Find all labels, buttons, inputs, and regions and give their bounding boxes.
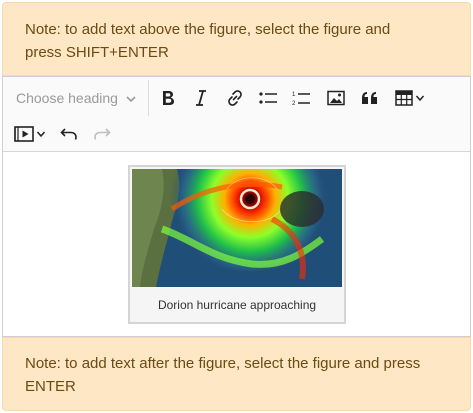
chevron-down-icon	[125, 92, 137, 108]
blockquote-button[interactable]	[357, 85, 383, 111]
note-above-line-2: press SHIFT+ENTER	[25, 44, 169, 61]
note-above-line-1: Note: to add text above the figure, sele…	[25, 21, 391, 38]
note-after-line-2: ENTER	[25, 378, 76, 395]
note-above-figure: Note: to add text above the figure, sele…	[2, 2, 471, 76]
heading-dropdown[interactable]: Choose heading	[7, 81, 147, 115]
italic-button[interactable]	[188, 85, 214, 111]
undo-button[interactable]	[56, 121, 82, 147]
image-icon	[327, 90, 345, 106]
link-button[interactable]	[222, 85, 248, 111]
insert-media-button[interactable]	[11, 121, 49, 147]
rich-text-editor: Choose heading 1 2 Dorion hurricane appr…	[2, 76, 471, 337]
bulleted-list-icon	[258, 90, 278, 106]
chevron-down-icon	[36, 129, 46, 139]
numbered-list-button[interactable]: 12	[288, 85, 314, 111]
italic-icon	[194, 89, 208, 107]
redo-button[interactable]	[89, 121, 115, 147]
toolbar-separator	[148, 80, 149, 116]
link-icon	[226, 89, 244, 107]
numbered-list-icon: 12	[291, 89, 311, 107]
note-after-figure: Note: to add text after the figure, sele…	[2, 337, 471, 411]
heading-dropdown-label: Choose heading	[16, 90, 118, 106]
media-icon	[14, 126, 34, 142]
hurricane-satellite-image	[132, 169, 342, 287]
bulleted-list-button[interactable]	[255, 85, 281, 111]
note-after-line-1: Note: to add text after the figure, sele…	[25, 355, 421, 372]
bold-button[interactable]	[155, 85, 181, 111]
insert-image-button[interactable]	[323, 85, 349, 111]
image-figure[interactable]: Dorion hurricane approaching	[128, 165, 346, 324]
table-icon	[395, 90, 413, 106]
chevron-down-icon	[415, 93, 425, 103]
redo-icon	[93, 127, 111, 141]
bold-icon	[160, 89, 176, 107]
blockquote-icon	[361, 91, 379, 105]
svg-text:1: 1	[292, 92, 296, 98]
editor-toolbar: Choose heading 1 2	[3, 77, 470, 152]
insert-table-button[interactable]	[390, 85, 430, 111]
figure-caption[interactable]: Dorion hurricane approaching	[130, 289, 344, 322]
undo-icon	[60, 127, 78, 141]
svg-text:2: 2	[292, 101, 296, 107]
